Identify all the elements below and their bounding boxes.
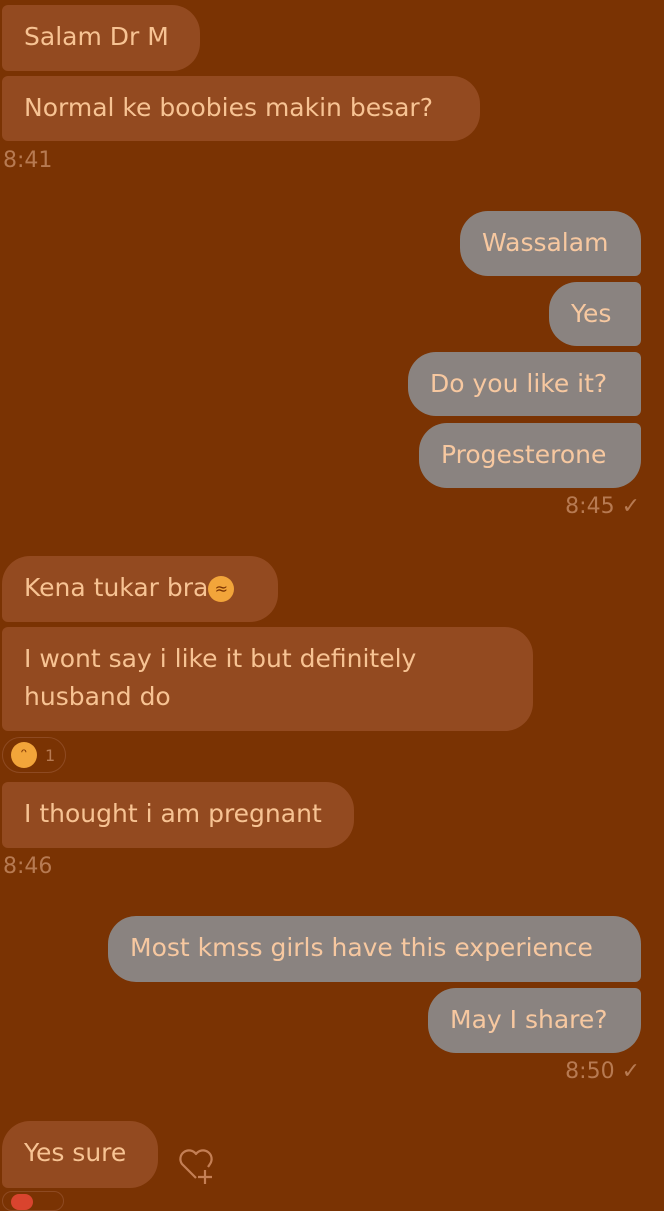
message-text: Kena tukar bra <box>24 573 209 602</box>
message-text: Yes <box>571 299 612 328</box>
message-text: Salam Dr M <box>24 22 169 51</box>
timestamp-row: 8:45 ✓ <box>565 494 640 519</box>
timestamp-row: 8:50 ✓ <box>565 1059 640 1084</box>
check-icon: ✓ <box>621 494 640 519</box>
message-text: Do you like it? <box>430 369 608 398</box>
rofl-emoji-icon: ≈ <box>208 576 235 602</box>
message-bubble-incoming[interactable]: I thought i am pregnant <box>2 782 354 848</box>
check-icon: ✓ <box>621 1059 640 1084</box>
message-bubble-outgoing[interactable]: Do you like it? <box>408 352 641 416</box>
message-bubble-incoming[interactable]: Normal ke boobies makin besar? <box>2 76 480 141</box>
reaction-badge[interactable] <box>2 1191 64 1211</box>
timestamp: 8:46 <box>3 854 53 879</box>
message-text: May I share? <box>450 1005 608 1034</box>
reaction-count: 1 <box>45 745 56 765</box>
timestamp: 8:45 <box>565 494 615 519</box>
message-bubble-outgoing[interactable]: May I share? <box>428 988 641 1053</box>
message-bubble-outgoing[interactable]: Yes <box>549 282 641 346</box>
joy-emoji-icon: ᵔ <box>11 742 37 768</box>
message-bubble-incoming[interactable]: Kena tukar bra ≈ <box>2 556 278 622</box>
reaction-badge[interactable]: ᵔ1 <box>2 737 66 773</box>
message-text: I wont say i like it but definitely husb… <box>24 644 417 711</box>
heart-plus-icon[interactable] <box>176 1146 218 1186</box>
message-bubble-incoming[interactable]: Yes sure <box>2 1121 158 1188</box>
timestamp: 8:41 <box>3 148 53 173</box>
message-text: I thought i am pregnant <box>24 799 322 828</box>
message-text: Wassalam <box>482 228 609 257</box>
message-bubble-incoming[interactable]: Salam Dr M <box>2 5 200 71</box>
heart-emoji-icon <box>11 1194 33 1210</box>
message-text: Progesterone <box>441 440 607 469</box>
message-text: Most kmss girls have this experience <box>130 933 593 962</box>
message-text: Normal ke boobies makin besar? <box>24 93 433 122</box>
message-text: Yes sure <box>24 1138 127 1167</box>
message-bubble-incoming[interactable]: I wont say i like it but definitely husb… <box>2 627 533 731</box>
message-bubble-outgoing[interactable]: Progesterone <box>419 423 641 488</box>
timestamp: 8:50 <box>565 1059 615 1084</box>
message-bubble-outgoing[interactable]: Most kmss girls have this experience <box>108 916 641 982</box>
message-bubble-outgoing[interactable]: Wassalam <box>460 211 641 276</box>
